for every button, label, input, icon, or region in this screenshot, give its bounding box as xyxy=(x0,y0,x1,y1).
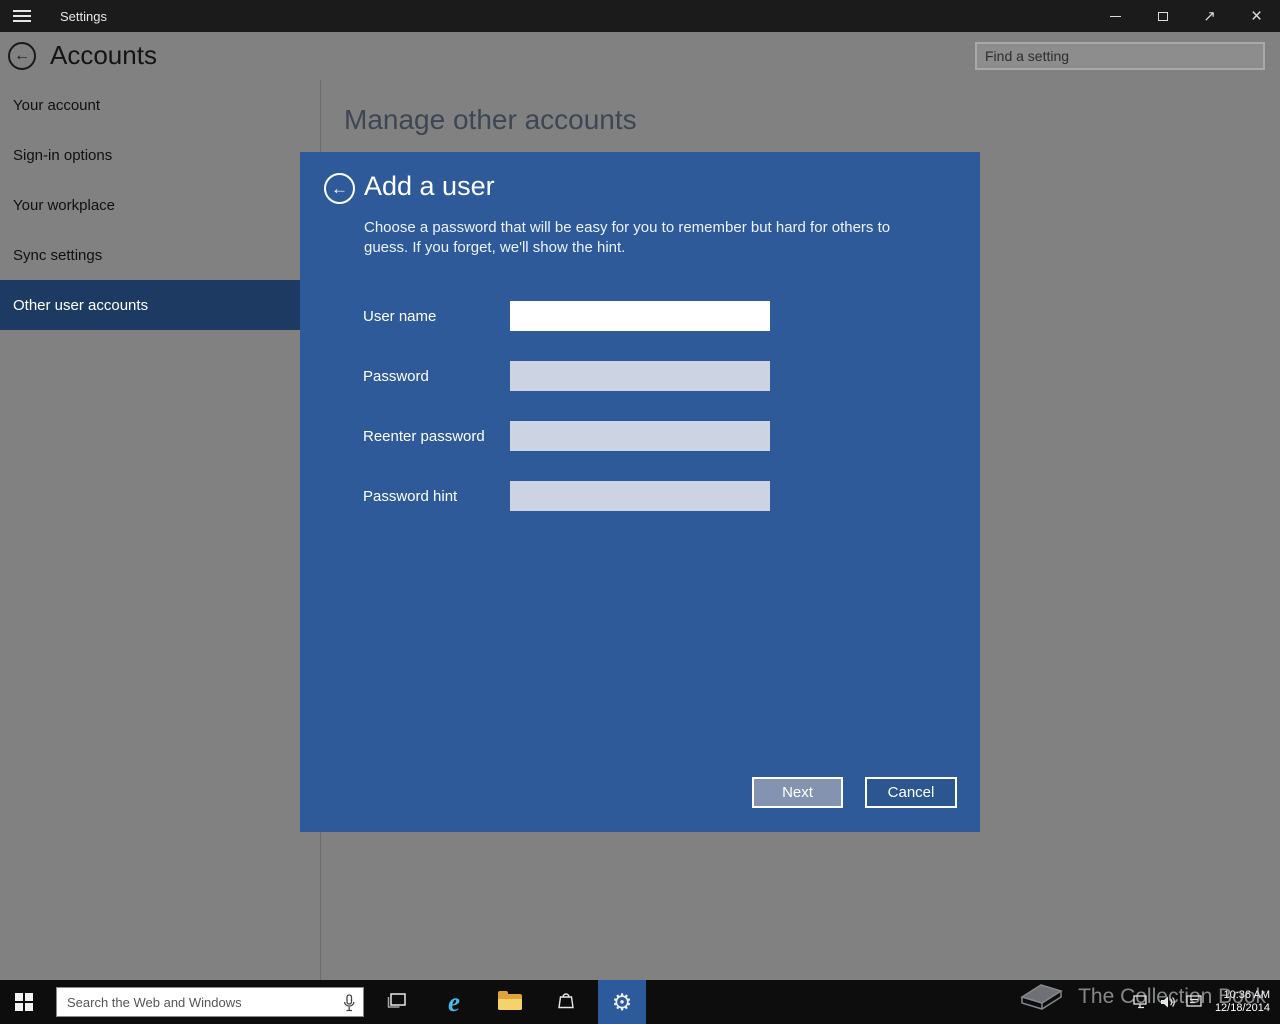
sidebar-item-label: Sign-in options xyxy=(13,146,113,164)
fullscreen-icon: ↗ xyxy=(1203,8,1216,25)
password-hint-label: Password hint xyxy=(363,487,458,505)
task-view-icon xyxy=(387,991,409,1014)
clock-time: 10:36 AM xyxy=(1223,989,1270,1001)
taskbar-search[interactable]: Search the Web and Windows xyxy=(56,987,364,1017)
sidebar-item-label: Your workplace xyxy=(13,196,116,214)
sidebar-item-label: Your account xyxy=(13,96,101,114)
start-button[interactable] xyxy=(0,980,48,1024)
sidebar-item-label: Sync settings xyxy=(13,246,103,264)
password-input[interactable] xyxy=(510,361,770,391)
reenter-password-row: Reenter password xyxy=(363,421,770,451)
close-button[interactable]: × xyxy=(1233,0,1280,32)
username-input[interactable] xyxy=(510,301,770,331)
cancel-button[interactable]: Cancel xyxy=(865,777,957,808)
close-icon: × xyxy=(1250,5,1263,27)
username-row: User name xyxy=(363,301,770,331)
app-header: ← Accounts xyxy=(0,32,1280,80)
file-explorer-button[interactable] xyxy=(488,980,532,1024)
internet-explorer-icon: e xyxy=(448,986,460,1017)
task-view-button[interactable] xyxy=(376,980,420,1024)
system-tray: 10:36 AM 12/18/2014 xyxy=(1129,980,1280,1024)
reenter-password-label: Reenter password xyxy=(363,427,485,445)
clock-date: 12/18/2014 xyxy=(1214,1002,1270,1014)
hamburger-menu-icon[interactable] xyxy=(13,10,31,22)
sidebar-item-label: Other user accounts xyxy=(13,296,149,314)
gear-icon: ⚙ xyxy=(611,988,633,1015)
minimize-icon xyxy=(1110,15,1121,17)
password-hint-input[interactable] xyxy=(510,481,770,511)
dialog-back-button[interactable]: ← xyxy=(324,173,355,204)
internet-explorer-button[interactable]: e xyxy=(432,980,476,1024)
minimize-button[interactable] xyxy=(1092,0,1139,32)
sidebar: Your account Sign-in options Your workpl… xyxy=(0,80,320,980)
window-controls: ↗ × xyxy=(1092,0,1280,32)
taskbar-search-placeholder: Search the Web and Windows xyxy=(67,994,242,1010)
sidebar-item-sync-settings[interactable]: Sync settings xyxy=(0,230,320,280)
username-label: User name xyxy=(363,307,437,325)
fullscreen-button[interactable]: ↗ xyxy=(1186,0,1233,32)
add-user-dialog: ← Add a user Choose a password that will… xyxy=(300,152,980,832)
header-back-button[interactable]: ← xyxy=(8,42,36,70)
dialog-title: Add a user xyxy=(364,171,495,201)
back-icon: ← xyxy=(331,178,348,198)
dialog-description: Choose a password that will be easy for … xyxy=(364,219,891,256)
microphone-icon[interactable] xyxy=(343,994,355,1017)
main-heading: Manage other accounts xyxy=(344,104,637,135)
titlebar: Settings ↗ × xyxy=(0,0,1280,32)
sidebar-item-your-workplace[interactable]: Your workplace xyxy=(0,180,320,230)
taskbar: Search the Web and Windows e ⚙ 10:36 AM … xyxy=(0,980,1280,1024)
app-title: Settings xyxy=(60,9,107,24)
restore-button[interactable] xyxy=(1139,0,1186,32)
network-icon[interactable] xyxy=(1129,980,1155,1024)
page-title: Accounts xyxy=(50,40,157,70)
reenter-password-input[interactable] xyxy=(510,421,770,451)
action-center-icon[interactable] xyxy=(1181,980,1207,1024)
store-button[interactable] xyxy=(544,980,588,1024)
taskbar-clock[interactable]: 10:36 AM 12/18/2014 xyxy=(1215,989,1274,1015)
password-hint-row: Password hint xyxy=(363,481,770,511)
find-setting-input[interactable] xyxy=(975,42,1265,70)
sidebar-item-sign-in-options[interactable]: Sign-in options xyxy=(0,130,320,180)
sidebar-item-your-account[interactable]: Your account xyxy=(0,80,320,130)
back-icon: ← xyxy=(14,47,30,64)
password-row: Password xyxy=(363,361,770,391)
password-label: Password xyxy=(363,367,429,385)
volume-icon[interactable] xyxy=(1155,980,1181,1024)
file-explorer-icon xyxy=(498,991,522,1010)
restore-icon xyxy=(1157,11,1168,21)
store-bag-icon xyxy=(556,990,576,1015)
sidebar-item-other-user-accounts[interactable]: Other user accounts xyxy=(0,280,320,330)
windows-logo-icon xyxy=(15,993,33,1011)
settings-app-button[interactable]: ⚙ xyxy=(598,980,646,1024)
next-button[interactable]: Next xyxy=(752,777,843,808)
